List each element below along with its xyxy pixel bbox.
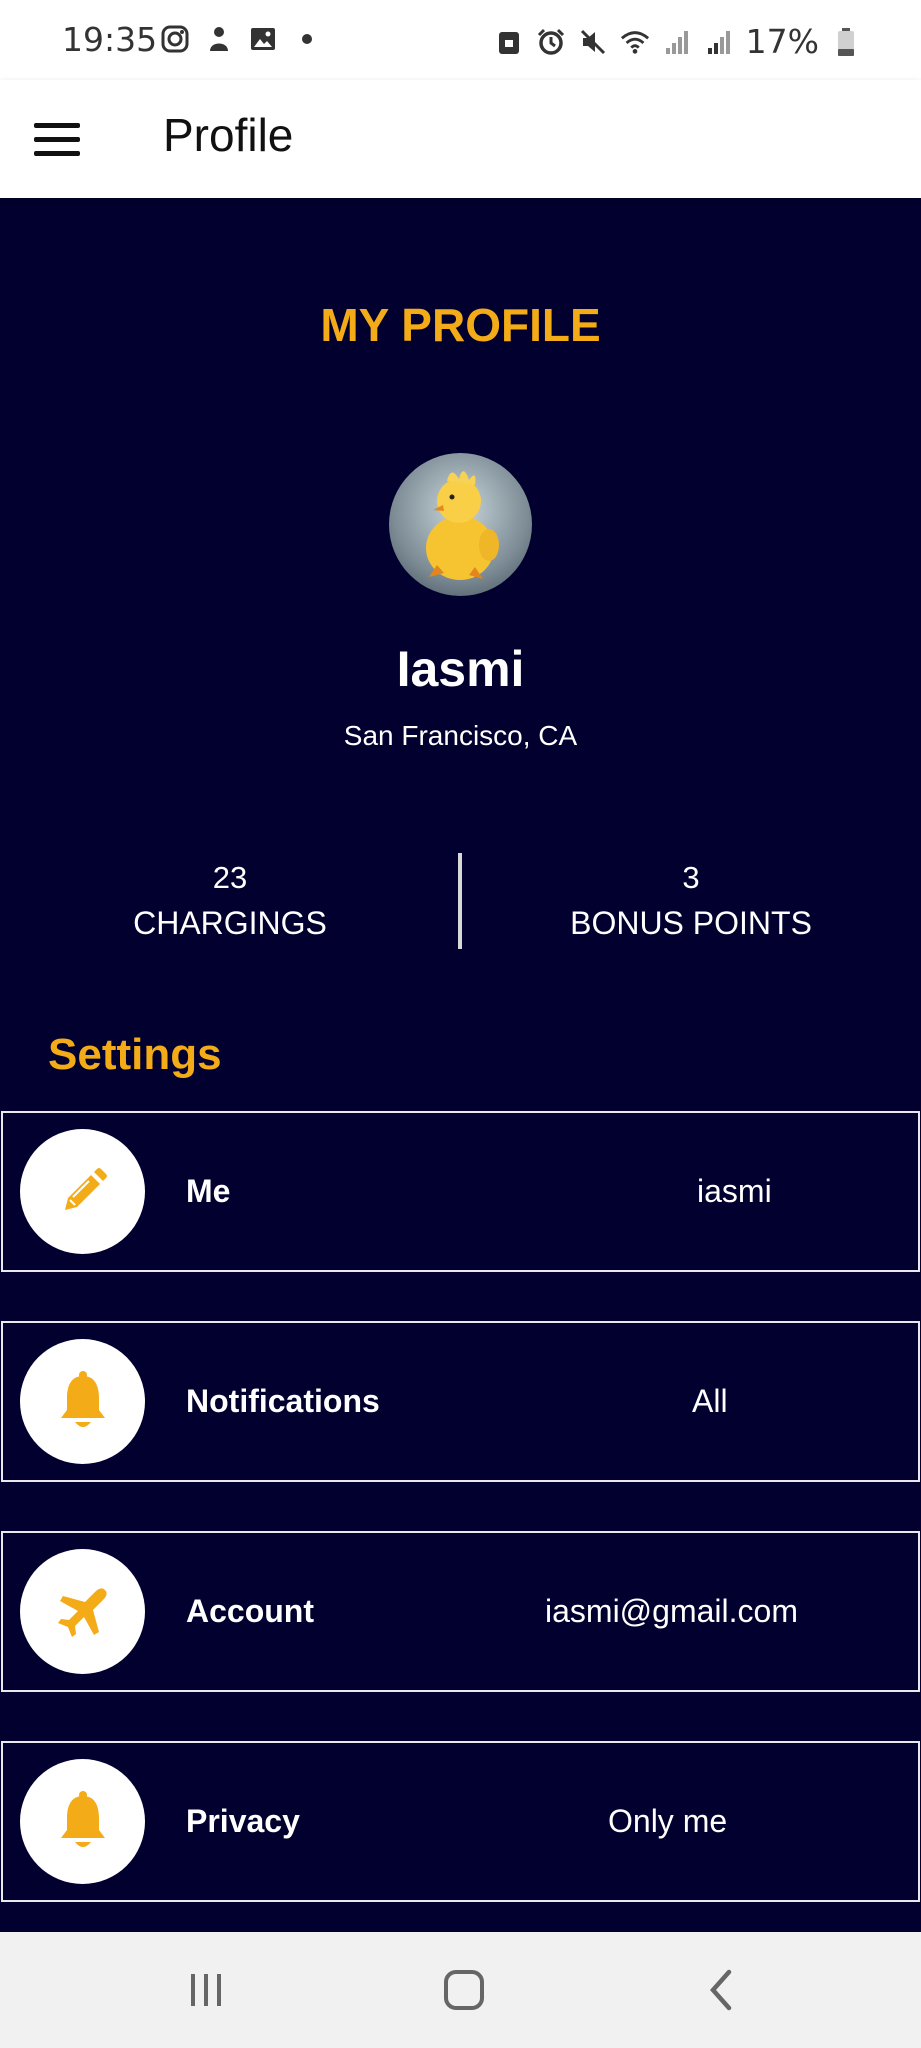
signal-icon [662, 27, 692, 57]
profile-section-title: MY PROFILE [320, 299, 601, 351]
settings-row-label: Notifications [186, 1383, 380, 1419]
alarm-icon [536, 27, 566, 57]
dot-icon [292, 24, 322, 54]
settings-row-value: Only me [608, 1803, 728, 1839]
duckling-avatar-image [426, 471, 499, 580]
pencil-icon [20, 1129, 145, 1254]
battery-icon [831, 27, 861, 57]
settings-row-label: Me [186, 1173, 231, 1209]
page-title: Profile [163, 109, 294, 161]
settings-row-account[interactable]: Account iasmi@gmail.com [1, 1531, 920, 1692]
settings-row-notifications[interactable]: Notifications All [1, 1321, 920, 1482]
stat-value: 23 [212, 860, 248, 895]
app-bar: Profile [0, 80, 921, 198]
wifi-icon [620, 27, 650, 57]
avatar[interactable] [389, 453, 532, 596]
settings-row-value: iasmi@gmail.com [545, 1593, 798, 1629]
stat-value: 3 [682, 860, 700, 895]
status-bar: 19:35 17% [0, 0, 921, 80]
settings-row-value: All [692, 1383, 728, 1419]
mute-icon [578, 27, 608, 57]
lock-icon [494, 27, 524, 57]
stat-label: BONUS POINTS [570, 905, 812, 941]
stat-bonus-points: 3 BONUS POINTS [461, 857, 921, 947]
signal-roaming-icon [704, 27, 734, 57]
settings-row-me[interactable]: Me iasmi [1, 1111, 920, 1272]
user-name: Iasmi [396, 641, 525, 697]
app-notification-icon [204, 24, 234, 54]
settings-title: Settings [48, 1030, 222, 1079]
battery-percentage: 17% [745, 22, 819, 61]
settings-row-label: Account [186, 1593, 314, 1629]
recent-apps-icon[interactable] [166, 1960, 246, 2020]
settings-row-privacy[interactable]: Privacy Only me [1, 1741, 920, 1902]
status-time: 19:35 [62, 20, 158, 59]
back-icon[interactable] [682, 1960, 762, 2020]
stat-label: CHARGINGS [133, 905, 327, 941]
instagram-icon [160, 24, 190, 54]
settings-row-label: Privacy [186, 1803, 300, 1839]
user-location: San Francisco, CA [343, 720, 578, 751]
stat-chargings: 23 CHARGINGS [0, 857, 460, 947]
home-icon[interactable] [424, 1960, 504, 2020]
bell-icon [20, 1759, 145, 1884]
system-nav-bar [0, 1932, 921, 2048]
hamburger-menu-icon[interactable] [34, 110, 92, 168]
airplane-icon [20, 1549, 145, 1674]
bell-icon [20, 1339, 145, 1464]
image-icon [248, 24, 278, 54]
settings-row-value: iasmi [697, 1173, 772, 1209]
